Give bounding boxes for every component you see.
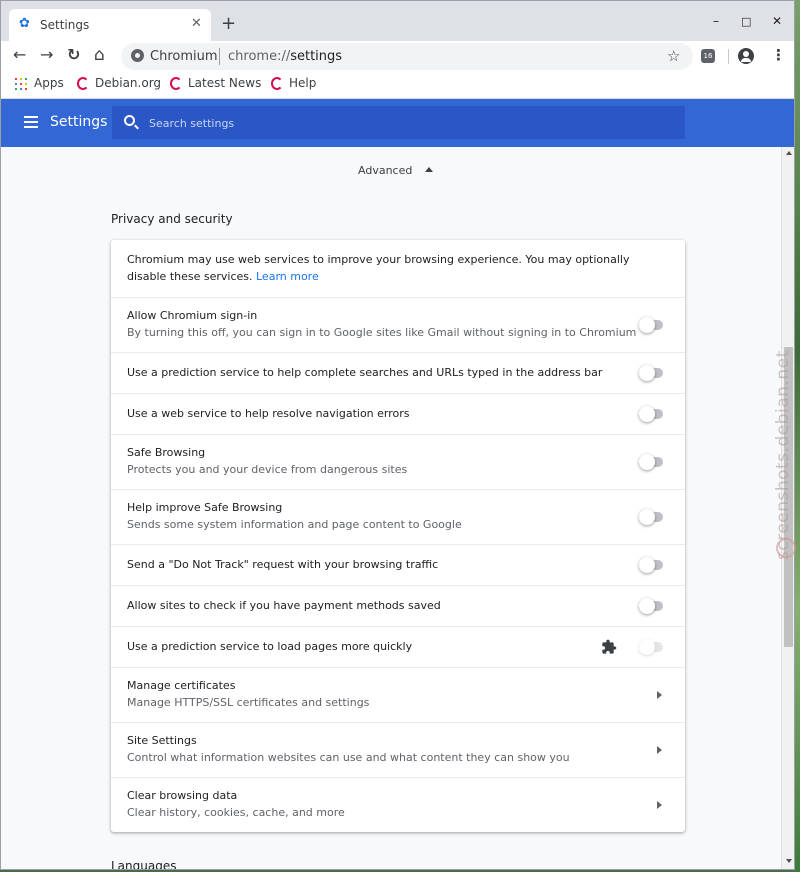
- debian-swirl-icon: [271, 77, 283, 90]
- setting-row-chromium-sign-in[interactable]: Allow Chromium sign-in By turning this o…: [111, 297, 685, 352]
- browser-menu-button[interactable]: ⋮: [771, 46, 786, 64]
- row-subtitle: Clear history, cookies, cache, and more: [127, 806, 345, 819]
- debian-swirl-icon: [170, 77, 182, 90]
- privacy-card: Chromium may use web services to improve…: [111, 240, 685, 832]
- row-title: Use a web service to help resolve naviga…: [127, 407, 410, 420]
- chromium-icon: [131, 49, 144, 62]
- settings-content: Advanced Privacy and security Chromium m…: [1, 147, 781, 870]
- new-tab-button[interactable]: +: [221, 15, 236, 33]
- setting-row-payment-methods[interactable]: Allow sites to check if you have payment…: [111, 585, 685, 626]
- advanced-toggle[interactable]: Advanced: [358, 164, 412, 177]
- row-title: Safe Browsing: [127, 446, 206, 459]
- gear-icon: ✿: [19, 16, 30, 31]
- url-text: chrome://settings: [228, 49, 343, 64]
- row-title: Clear browsing data: [127, 789, 238, 802]
- reload-button[interactable]: ↻: [67, 46, 80, 64]
- safe-browsing-toggle[interactable]: [639, 454, 665, 470]
- site-name: Chromium: [150, 49, 218, 64]
- search-icon: [124, 115, 135, 126]
- bookmark-debian-org[interactable]: Debian.org: [95, 76, 161, 90]
- row-title: Help improve Safe Browsing: [127, 501, 283, 514]
- bookmark-star-icon[interactable]: ☆: [667, 47, 680, 65]
- row-subtitle: By turning this off, you can sign in to …: [127, 326, 637, 339]
- row-title: Use a prediction service to load pages m…: [127, 640, 413, 653]
- forward-button[interactable]: →: [40, 46, 53, 64]
- intro-row: Chromium may use web services to improve…: [111, 240, 685, 297]
- sign-in-toggle[interactable]: [639, 317, 665, 333]
- close-window-button[interactable]: ✕: [772, 14, 782, 28]
- row-subtitle: Control what information websites can us…: [127, 751, 570, 764]
- section-title-languages: Languages: [111, 859, 177, 870]
- row-title: Use a prediction service to help complet…: [127, 366, 603, 379]
- extension-puzzle-icon[interactable]: [601, 639, 617, 655]
- row-subtitle: Manage HTTPS/SSL certificates and settin…: [127, 696, 370, 709]
- browser-window: ✿ Settings ✕ + – □ ✕ ← → ↻ ⌂ Chromium ch…: [0, 0, 795, 870]
- do-not-track-toggle[interactable]: [639, 557, 665, 573]
- tab-strip: ✿ Settings ✕ + – □ ✕: [1, 1, 794, 41]
- payment-methods-toggle[interactable]: [639, 598, 665, 614]
- preload-pages-toggle: [639, 639, 665, 655]
- tab-title: Settings: [40, 18, 90, 32]
- row-title: Allow Chromium sign-in: [127, 309, 258, 322]
- settings-search-box[interactable]: [112, 106, 685, 139]
- page-title: Settings: [50, 114, 108, 130]
- scroll-up-arrow-icon[interactable]: [786, 151, 792, 155]
- home-button[interactable]: ⌂: [94, 46, 105, 64]
- chevron-right-icon: [657, 691, 662, 699]
- search-input[interactable]: [149, 114, 669, 132]
- bookmark-latest-news[interactable]: Latest News: [188, 76, 261, 90]
- row-subtitle: Sends some system information and page c…: [127, 518, 462, 531]
- omnibox-separator: [219, 48, 220, 65]
- settings-header: Settings: [1, 99, 794, 147]
- setting-row-site-settings[interactable]: Site Settings Control what information w…: [111, 722, 685, 777]
- navigation-errors-toggle[interactable]: [639, 406, 665, 422]
- watermark-logo-icon: [776, 538, 796, 558]
- setting-row-clear-browsing-data[interactable]: Clear browsing data Clear history, cooki…: [111, 777, 685, 832]
- back-button[interactable]: ←: [13, 46, 26, 64]
- bookmark-apps[interactable]: Apps: [34, 76, 64, 90]
- watermark: screenshots.debian.net: [773, 350, 793, 560]
- row-subtitle: Protects you and your device from danger…: [127, 463, 408, 476]
- browser-toolbar: ← → ↻ ⌂ Chromium chrome://settings ☆ 16 …: [1, 41, 794, 71]
- setting-row-safe-browsing[interactable]: Safe Browsing Protects you and your devi…: [111, 434, 685, 489]
- row-title: Manage certificates: [127, 679, 236, 692]
- improve-safe-browsing-toggle[interactable]: [639, 509, 665, 525]
- chevron-right-icon: [657, 801, 662, 809]
- address-bar[interactable]: Chromium chrome://settings ☆: [121, 43, 693, 70]
- section-title: Privacy and security: [111, 212, 233, 226]
- row-title: Site Settings: [127, 734, 197, 747]
- maximize-button[interactable]: □: [741, 15, 751, 28]
- setting-row-preload-pages: Use a prediction service to load pages m…: [111, 626, 685, 667]
- search-prediction-toggle[interactable]: [639, 365, 665, 381]
- setting-row-navigation-errors[interactable]: Use a web service to help resolve naviga…: [111, 393, 685, 434]
- bookmarks-bar: Apps Debian.org Latest News Help: [1, 71, 794, 99]
- learn-more-link[interactable]: Learn more: [256, 270, 319, 283]
- hamburger-menu-icon[interactable]: [24, 116, 38, 128]
- setting-row-do-not-track[interactable]: Send a "Do Not Track" request with your …: [111, 544, 685, 585]
- tab-settings[interactable]: ✿ Settings ✕: [9, 9, 211, 41]
- chevron-right-icon: [657, 746, 662, 754]
- collapse-arrow-icon[interactable]: [425, 167, 433, 172]
- setting-row-search-prediction[interactable]: Use a prediction service to help complet…: [111, 352, 685, 393]
- setting-row-improve-safe-browsing[interactable]: Help improve Safe Browsing Sends some sy…: [111, 489, 685, 544]
- row-title: Send a "Do Not Track" request with your …: [127, 558, 439, 571]
- apps-grid-icon: [15, 78, 27, 90]
- toolbar-divider: [728, 49, 729, 64]
- minimize-button[interactable]: –: [713, 14, 719, 28]
- row-title: Allow sites to check if you have payment…: [127, 599, 441, 612]
- debian-swirl-icon: [77, 77, 89, 90]
- intro-text: Chromium may use web services to improve…: [127, 253, 630, 283]
- tab-close-button[interactable]: ✕: [191, 16, 202, 31]
- scroll-down-arrow-icon[interactable]: [786, 859, 792, 863]
- profile-avatar-icon[interactable]: [738, 48, 754, 64]
- setting-row-manage-certificates[interactable]: Manage certificates Manage HTTPS/SSL cer…: [111, 667, 685, 722]
- bookmark-help[interactable]: Help: [289, 76, 316, 90]
- extension-shield-icon[interactable]: 16: [701, 49, 715, 63]
